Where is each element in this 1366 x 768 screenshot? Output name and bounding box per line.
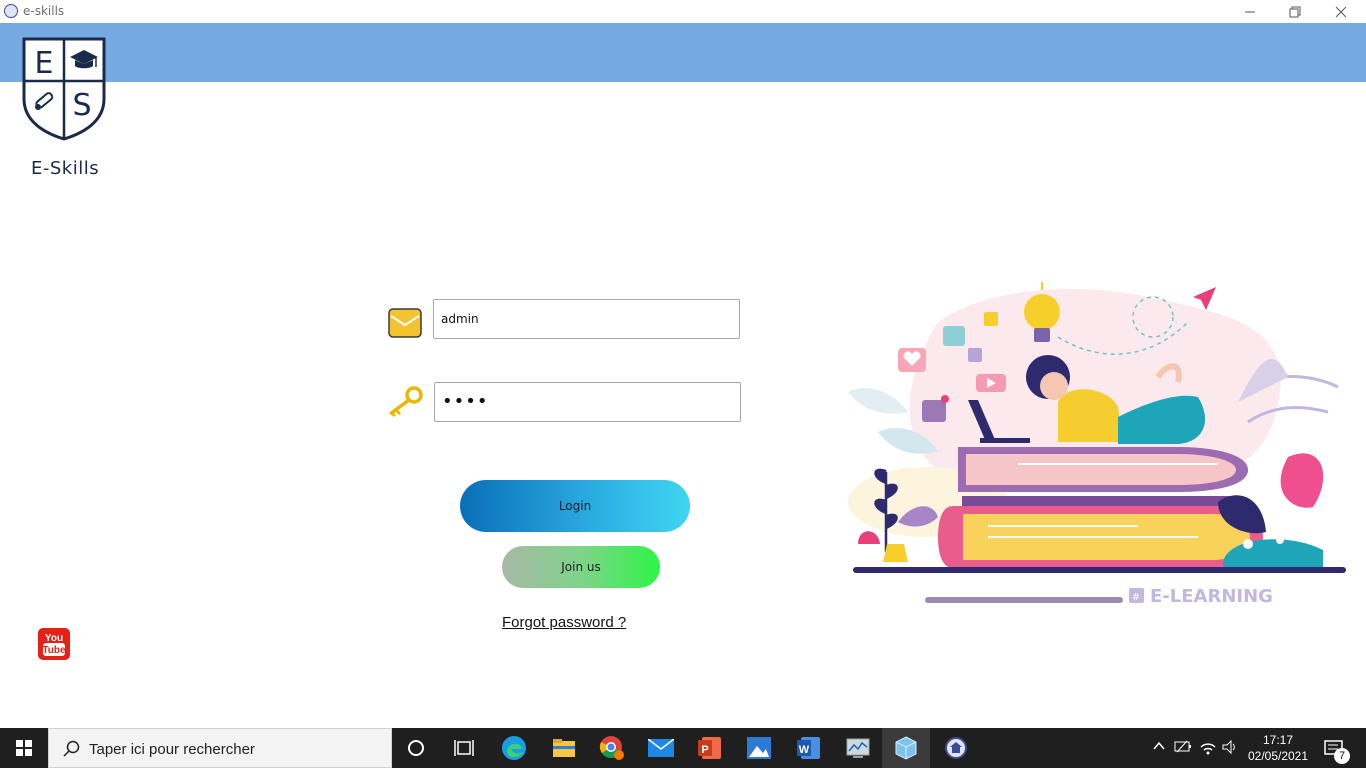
taskbar-powerpoint[interactable]: P bbox=[686, 728, 734, 768]
folder-icon bbox=[553, 739, 575, 757]
taskbar-word[interactable]: W bbox=[785, 728, 833, 768]
start-button[interactable] bbox=[0, 728, 48, 768]
taskbar-photos[interactable] bbox=[735, 728, 783, 768]
taskbar: Taper ici pour rechercher P W 17:17 02/0… bbox=[0, 728, 1366, 768]
e-skills-taskbar-icon bbox=[945, 737, 967, 759]
window-title: e-skills bbox=[23, 4, 65, 18]
forgot-password-link[interactable]: Forgot password ? bbox=[502, 614, 626, 631]
mail-icon bbox=[648, 739, 674, 757]
taskbar-edge[interactable] bbox=[490, 728, 538, 768]
task-view-button[interactable] bbox=[440, 728, 488, 768]
youtube-icon[interactable]: You Tube bbox=[38, 628, 70, 660]
windows-icon bbox=[16, 740, 32, 756]
logo-letter-s: S bbox=[72, 88, 91, 123]
cortana-icon bbox=[408, 740, 424, 756]
login-button[interactable]: Login bbox=[460, 480, 690, 532]
email-input[interactable] bbox=[433, 299, 740, 339]
photos-icon bbox=[747, 737, 771, 759]
taskbar-file-explorer[interactable] bbox=[540, 728, 588, 768]
cortana-button[interactable] bbox=[392, 728, 440, 768]
taskbar-mail[interactable] bbox=[637, 728, 685, 768]
taskbar-app-cube[interactable] bbox=[882, 728, 930, 768]
chevron-up-icon[interactable] bbox=[1152, 739, 1166, 753]
taskbar-chrome[interactable] bbox=[588, 728, 636, 768]
e-learning-caption: E-LEARNING bbox=[1150, 586, 1273, 607]
powerpoint-icon: P bbox=[698, 737, 721, 759]
close-button[interactable] bbox=[1318, 0, 1364, 23]
join-us-button[interactable]: Join us bbox=[502, 546, 660, 588]
brand-name: E-Skills bbox=[31, 158, 100, 179]
svg-text:#: # bbox=[1132, 592, 1140, 603]
taskbar-system-tool[interactable] bbox=[834, 728, 882, 768]
envelope-icon bbox=[388, 308, 422, 338]
search-placeholder: Taper ici pour rechercher bbox=[89, 741, 255, 758]
app-icon bbox=[4, 4, 18, 18]
header-band bbox=[0, 23, 1366, 82]
tray-clock[interactable]: 17:17 02/05/2021 bbox=[1246, 732, 1310, 764]
notification-count-badge: 7 bbox=[1334, 748, 1350, 764]
key-icon bbox=[388, 386, 423, 418]
svg-text:P: P bbox=[701, 744, 708, 756]
svg-text:Tube: Tube bbox=[42, 645, 66, 656]
password-input[interactable]: •••• bbox=[434, 382, 741, 422]
e-learning-illustration: # E-LEARNING bbox=[848, 282, 1346, 607]
logo-letter-e: E bbox=[35, 46, 54, 81]
svg-text:You: You bbox=[45, 633, 63, 644]
taskbar-search[interactable]: Taper ici pour rechercher bbox=[48, 728, 392, 768]
word-icon: W bbox=[797, 737, 820, 759]
task-view-icon bbox=[454, 740, 474, 756]
svg-text:W: W bbox=[799, 744, 810, 756]
clock-time: 17:17 bbox=[1262, 733, 1294, 747]
cube-icon bbox=[895, 736, 917, 760]
search-icon bbox=[63, 740, 80, 757]
e-skills-logo: E S bbox=[22, 37, 106, 141]
clock-date: 02/05/2021 bbox=[1247, 749, 1309, 763]
restore-button[interactable] bbox=[1272, 0, 1318, 23]
chrome-icon bbox=[599, 736, 624, 760]
action-center-button[interactable]: 7 bbox=[1318, 728, 1366, 768]
wifi-icon[interactable] bbox=[1200, 739, 1216, 755]
volume-icon[interactable] bbox=[1222, 739, 1238, 755]
system-monitor-icon bbox=[846, 738, 870, 758]
minimize-button[interactable] bbox=[1227, 0, 1273, 23]
battery-icon[interactable] bbox=[1174, 739, 1192, 755]
taskbar-e-skills[interactable] bbox=[932, 728, 980, 768]
edge-icon bbox=[502, 736, 526, 760]
window-titlebar: e-skills bbox=[0, 0, 1366, 23]
